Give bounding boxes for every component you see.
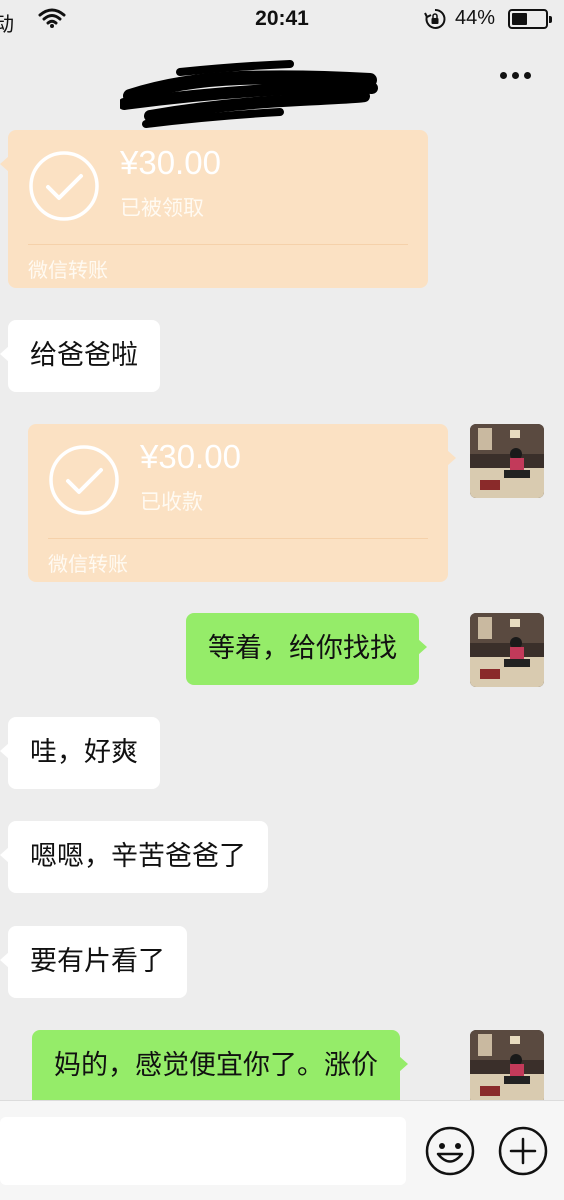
check-circle-icon [29,151,99,221]
avatar[interactable] [470,613,544,687]
redacted-chat-title [118,60,380,136]
message-bubble-incoming[interactable]: 嗯嗯，辛苦爸爸了 [0,821,268,893]
input-bar [0,1100,564,1200]
more-dots-icon[interactable] [496,60,536,90]
battery-icon [508,9,552,29]
transfer-brand-label: 微信转账 [48,552,128,576]
battery-percent: 44% [455,7,496,29]
transfer-status: 已收款 [140,490,203,514]
avatar[interactable] [470,1030,544,1104]
transfer-card-received[interactable]: ¥30.00 已被领取 微信转账 [0,130,428,288]
transfer-brand-label: 微信转账 [28,258,108,282]
check-circle-icon [49,445,119,515]
chat-header [0,38,564,128]
transfer-status: 已被领取 [120,196,204,220]
transfer-amount: ¥30.00 [120,144,221,181]
message-input[interactable] [0,1117,406,1185]
transfer-amount: ¥30.00 [140,438,241,475]
orientation-lock-icon [424,8,446,36]
message-bubble-outgoing[interactable]: 等着，给你找找 [186,613,427,685]
divider [28,244,408,245]
status-bar: 动 20:41 44% [0,0,564,38]
avatar[interactable] [470,424,544,498]
transfer-card-sent[interactable]: ¥30.00 已收款 微信转账 [28,424,456,582]
emoji-smile-icon[interactable] [424,1125,476,1177]
message-bubble-incoming[interactable]: 哇，好爽 [0,717,160,789]
message-bubble-incoming[interactable]: 给爸爸啦 [0,320,160,392]
message-bubble-incoming[interactable]: 要有片看了 [0,926,187,998]
plus-circle-icon[interactable] [497,1125,549,1177]
divider [48,538,428,539]
